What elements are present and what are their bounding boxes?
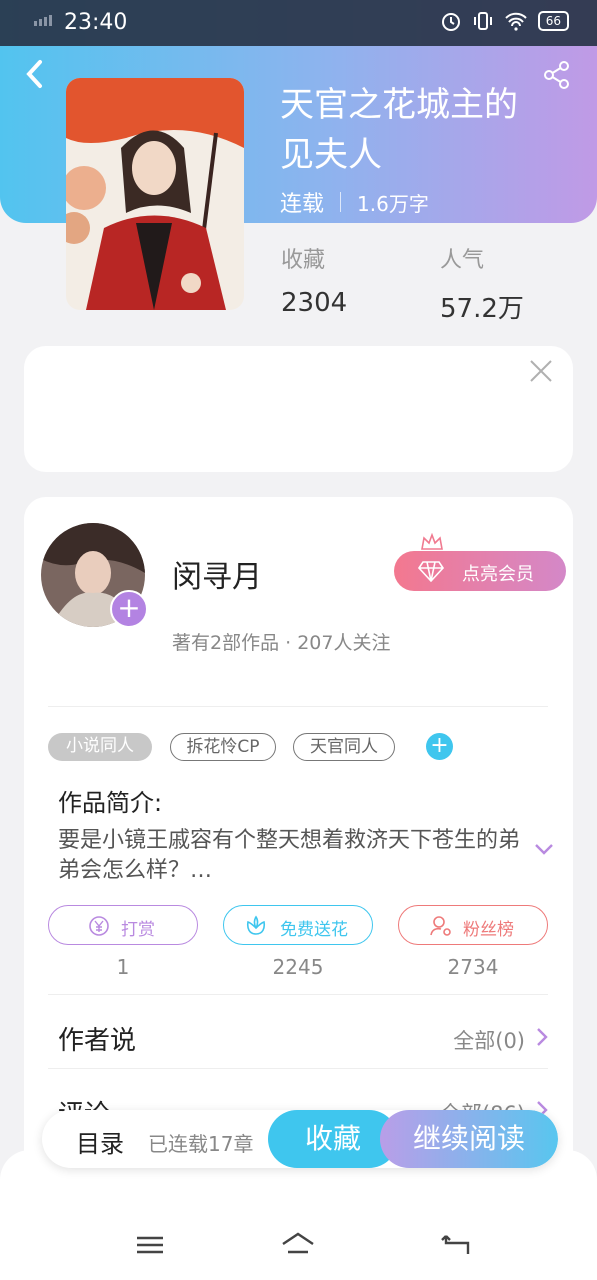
follow-plus-icon[interactable]: + (110, 590, 148, 628)
tag-0[interactable]: 小说同人 (48, 733, 152, 761)
flower-icon (246, 915, 266, 935)
vip-button[interactable]: 点亮会员 (394, 551, 566, 591)
vip-button-label: 点亮会员 (462, 564, 534, 585)
battery-indicator: 66 (537, 11, 569, 31)
continue-reading-button[interactable]: 继续阅读 (380, 1110, 558, 1168)
toc-chapter-count[interactable]: 已连载17章 (148, 1128, 253, 1157)
chevron-down-icon[interactable] (534, 842, 554, 856)
divider (48, 1068, 548, 1069)
reward-label: 打赏 (121, 920, 155, 940)
fan-rank-count: 2734 (447, 955, 499, 979)
reward-button[interactable]: 打赏 (48, 905, 198, 945)
divider (48, 706, 548, 707)
toc-button[interactable]: 目录 (76, 1124, 124, 1159)
flower-count: 2245 (272, 955, 324, 979)
tag-1[interactable]: 拆花怜CP (170, 733, 276, 761)
close-icon[interactable] (528, 358, 554, 384)
wifi-icon (505, 12, 527, 31)
reward-count: 1 (116, 955, 130, 979)
intro-text[interactable]: 要是小镜王戚容有个整天想着救济天下苍生的弟弟会怎么样？… (58, 826, 528, 886)
popularity-label: 人气 (440, 248, 485, 273)
menu-icon[interactable] (133, 1230, 167, 1260)
popularity-stat: 人气 57.2万 (440, 242, 524, 325)
add-tag-button[interactable]: + (426, 733, 453, 760)
author-says-title: 作者说 (58, 1026, 137, 1056)
intro-title: 作品简介: (58, 789, 163, 817)
user-rank-icon (430, 916, 451, 936)
home-icon[interactable] (281, 1230, 315, 1260)
favorites-value: 2304 (281, 288, 348, 318)
share-icon[interactable] (542, 60, 572, 90)
divider (48, 994, 548, 995)
crown-icon (421, 533, 443, 550)
fan-rank-button[interactable]: 粉丝榜 (398, 905, 548, 945)
book-title: 天官之花城主的见夫人 (280, 85, 518, 175)
send-flower-button[interactable]: 免费送花 (223, 905, 373, 945)
tag-2[interactable]: 天官同人 (293, 733, 395, 761)
favorites-stat: 收藏 2304 (281, 242, 347, 318)
book-word-count: 1.6万字 (357, 191, 429, 216)
yen-icon (89, 916, 109, 936)
fan-rank-label: 粉丝榜 (463, 920, 514, 940)
back-icon[interactable] (22, 58, 48, 90)
favorites-label: 收藏 (281, 248, 326, 273)
book-meta: 连载 1.6万字 (280, 186, 429, 218)
popularity-value: 57.2万 (440, 294, 524, 324)
book-status: 连载 (280, 192, 325, 217)
banner-card (24, 346, 573, 472)
alarm-icon (441, 13, 460, 31)
author-name[interactable]: 闵寻月 (172, 552, 262, 596)
status-bar: 23:40 66 (0, 0, 597, 46)
signal-icon (34, 15, 52, 26)
chevron-right-icon[interactable] (536, 1027, 548, 1047)
system-nav-bar (0, 1216, 597, 1276)
favorite-button[interactable]: 收藏 (268, 1110, 398, 1168)
diamond-icon (418, 561, 444, 582)
author-info: 著有2部作品 · 207人关注 (172, 632, 391, 654)
vibrate-icon (473, 12, 492, 30)
author-says-link[interactable]: 全部(0) (453, 1025, 525, 1055)
meta-divider (340, 192, 342, 212)
return-icon[interactable] (438, 1230, 472, 1260)
book-cover[interactable] (66, 78, 244, 310)
status-time: 23:40 (64, 10, 128, 35)
send-flower-label: 免费送花 (280, 920, 348, 940)
bottom-action-bar: 目录 已连载17章 收藏 继续阅读 (42, 1110, 558, 1168)
